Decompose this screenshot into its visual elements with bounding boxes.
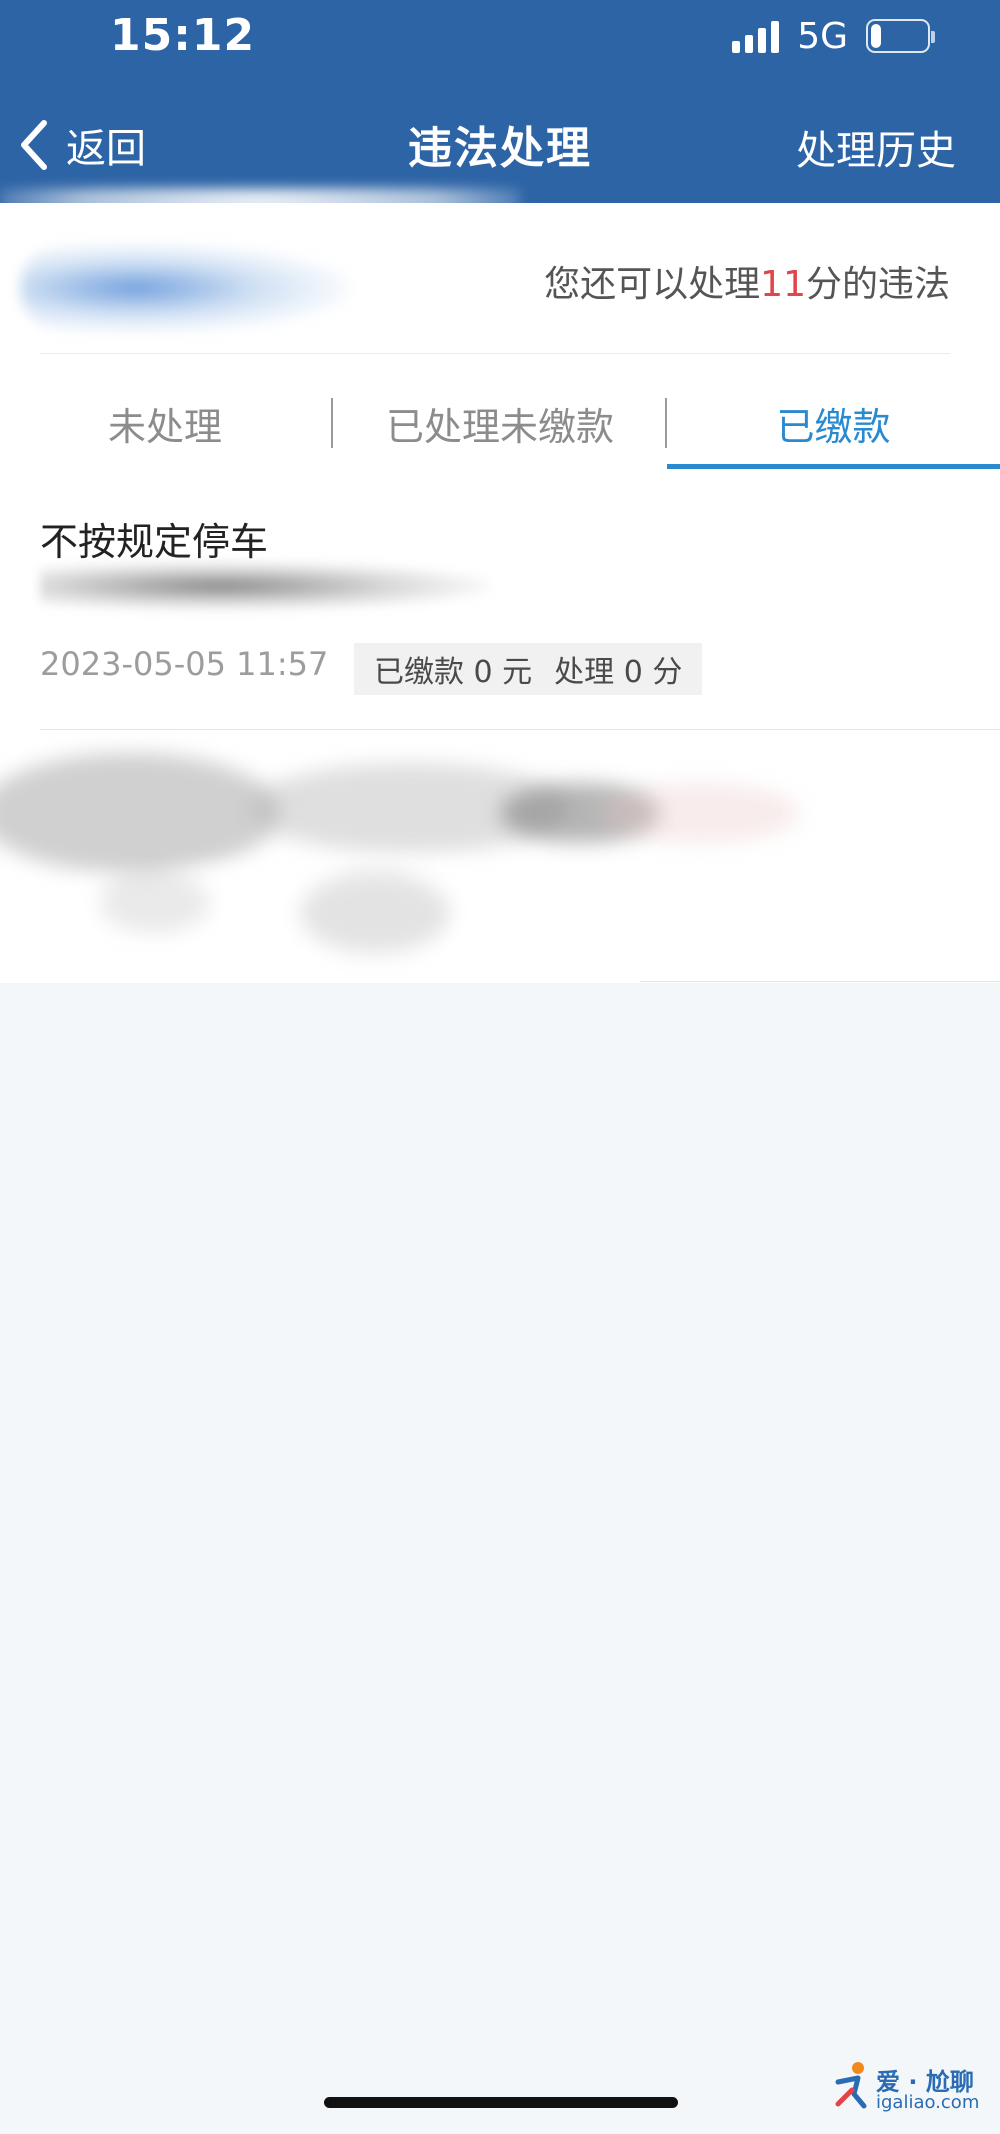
- payment-badge: 已缴款 0 元 处理 0 分: [354, 643, 703, 695]
- network-type: 5G: [797, 15, 848, 57]
- watermark: 爱 · 尬聊 igaliao.com: [828, 2060, 988, 2120]
- violation-title: 不按规定停车: [40, 520, 269, 564]
- divider: [40, 353, 950, 354]
- history-button[interactable]: 处理历史: [796, 118, 956, 176]
- watermark-url: igaliao.com: [876, 2092, 980, 2113]
- active-tab-indicator: [667, 464, 1000, 469]
- paid-amount: 已缴款 0 元: [374, 655, 533, 690]
- divider: [40, 729, 1000, 730]
- status-time: 15:12: [110, 10, 256, 61]
- status-icons: 5G 27: [732, 14, 935, 58]
- redaction-blob: [0, 188, 520, 228]
- home-indicator[interactable]: [324, 2097, 678, 2108]
- remaining-points-prefix: 您还可以处理: [544, 264, 761, 305]
- deducted-points: 处理 0 分: [554, 655, 683, 690]
- signal-icon: [732, 19, 780, 53]
- violations-panel: 您还可以处理11分的违法 未处理 已处理未缴款 已缴款 不按规定停车 2023-…: [0, 203, 1000, 983]
- redaction-blob: [600, 783, 800, 843]
- tab-processed-unpaid[interactable]: 已处理未缴款: [333, 373, 667, 473]
- app-header: 15:12 5G 27 返回 违法处理 处理历史: [0, 0, 1000, 203]
- tab-unprocessed[interactable]: 未处理: [0, 373, 330, 473]
- remaining-points-suffix: 分的违法: [805, 264, 950, 305]
- tab-paid[interactable]: 已缴款: [667, 373, 1000, 473]
- remaining-points-value: 11: [760, 264, 806, 305]
- status-tabs: 未处理 已处理未缴款 已缴款: [0, 373, 1000, 473]
- battery-percent: 27: [881, 22, 915, 50]
- violation-record[interactable]: 不按规定停车 2023-05-05 11:57 已缴款 0 元 处理 0 分: [0, 473, 1000, 731]
- redacted-location: [40, 561, 490, 611]
- divider: [640, 981, 1000, 982]
- runner-logo-icon: [835, 2062, 867, 2109]
- violation-time: 2023-05-05 11:57: [40, 645, 329, 683]
- battery-level: [871, 24, 882, 48]
- remaining-points: 您还可以处理11分的违法: [544, 255, 950, 307]
- redacted-plate: [20, 243, 350, 333]
- redacted-record: [0, 743, 1000, 973]
- redaction-blob: [0, 753, 280, 873]
- redaction-blob: [0, 863, 760, 973]
- battery-icon: 27: [866, 19, 935, 53]
